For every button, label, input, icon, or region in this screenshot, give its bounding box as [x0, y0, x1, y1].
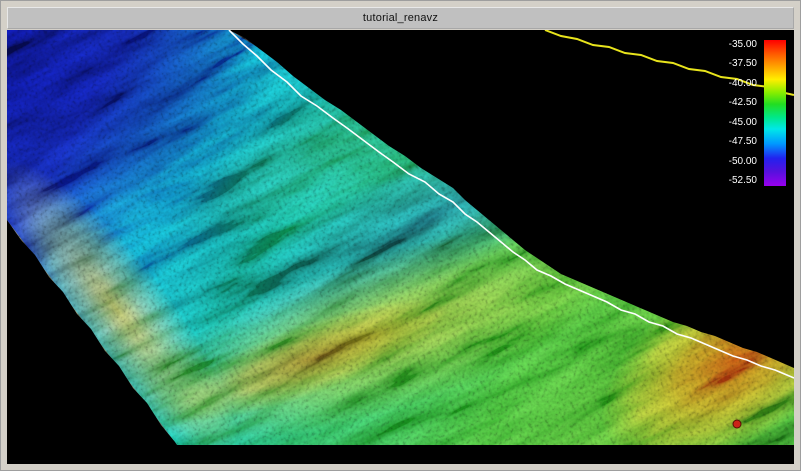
window-titlebar[interactable]: tutorial_renavz [7, 7, 794, 29]
app-window: tutorial_renavz [0, 0, 801, 471]
legend-label: -52.50 [729, 176, 757, 186]
nav-point-marker[interactable] [733, 420, 741, 428]
legend-labels: -35.00 -37.50 -40.00 -42.50 -45.00 -47.50 -50.… [729, 40, 757, 186]
legend-label: -40.00 [729, 79, 757, 89]
color-scale-legend: -35.00 -37.50 -40.00 -42.50 -45.00 -47.50 -50.… [729, 40, 786, 186]
bathymetry-3d-view[interactable] [7, 30, 794, 464]
legend-label: -42.50 [729, 98, 757, 108]
legend-label: -45.00 [729, 118, 757, 128]
bathymetry-canvas[interactable]: -35.00 -37.50 -40.00 -42.50 -45.00 -47.50 -50.… [7, 30, 794, 464]
legend-colorbar [764, 40, 786, 186]
legend-label: -37.50 [729, 59, 757, 69]
window-title: tutorial_renavz [363, 12, 438, 24]
legend-label: -50.00 [729, 157, 757, 167]
legend-label: -47.50 [729, 137, 757, 147]
legend-label: -35.00 [729, 40, 757, 50]
